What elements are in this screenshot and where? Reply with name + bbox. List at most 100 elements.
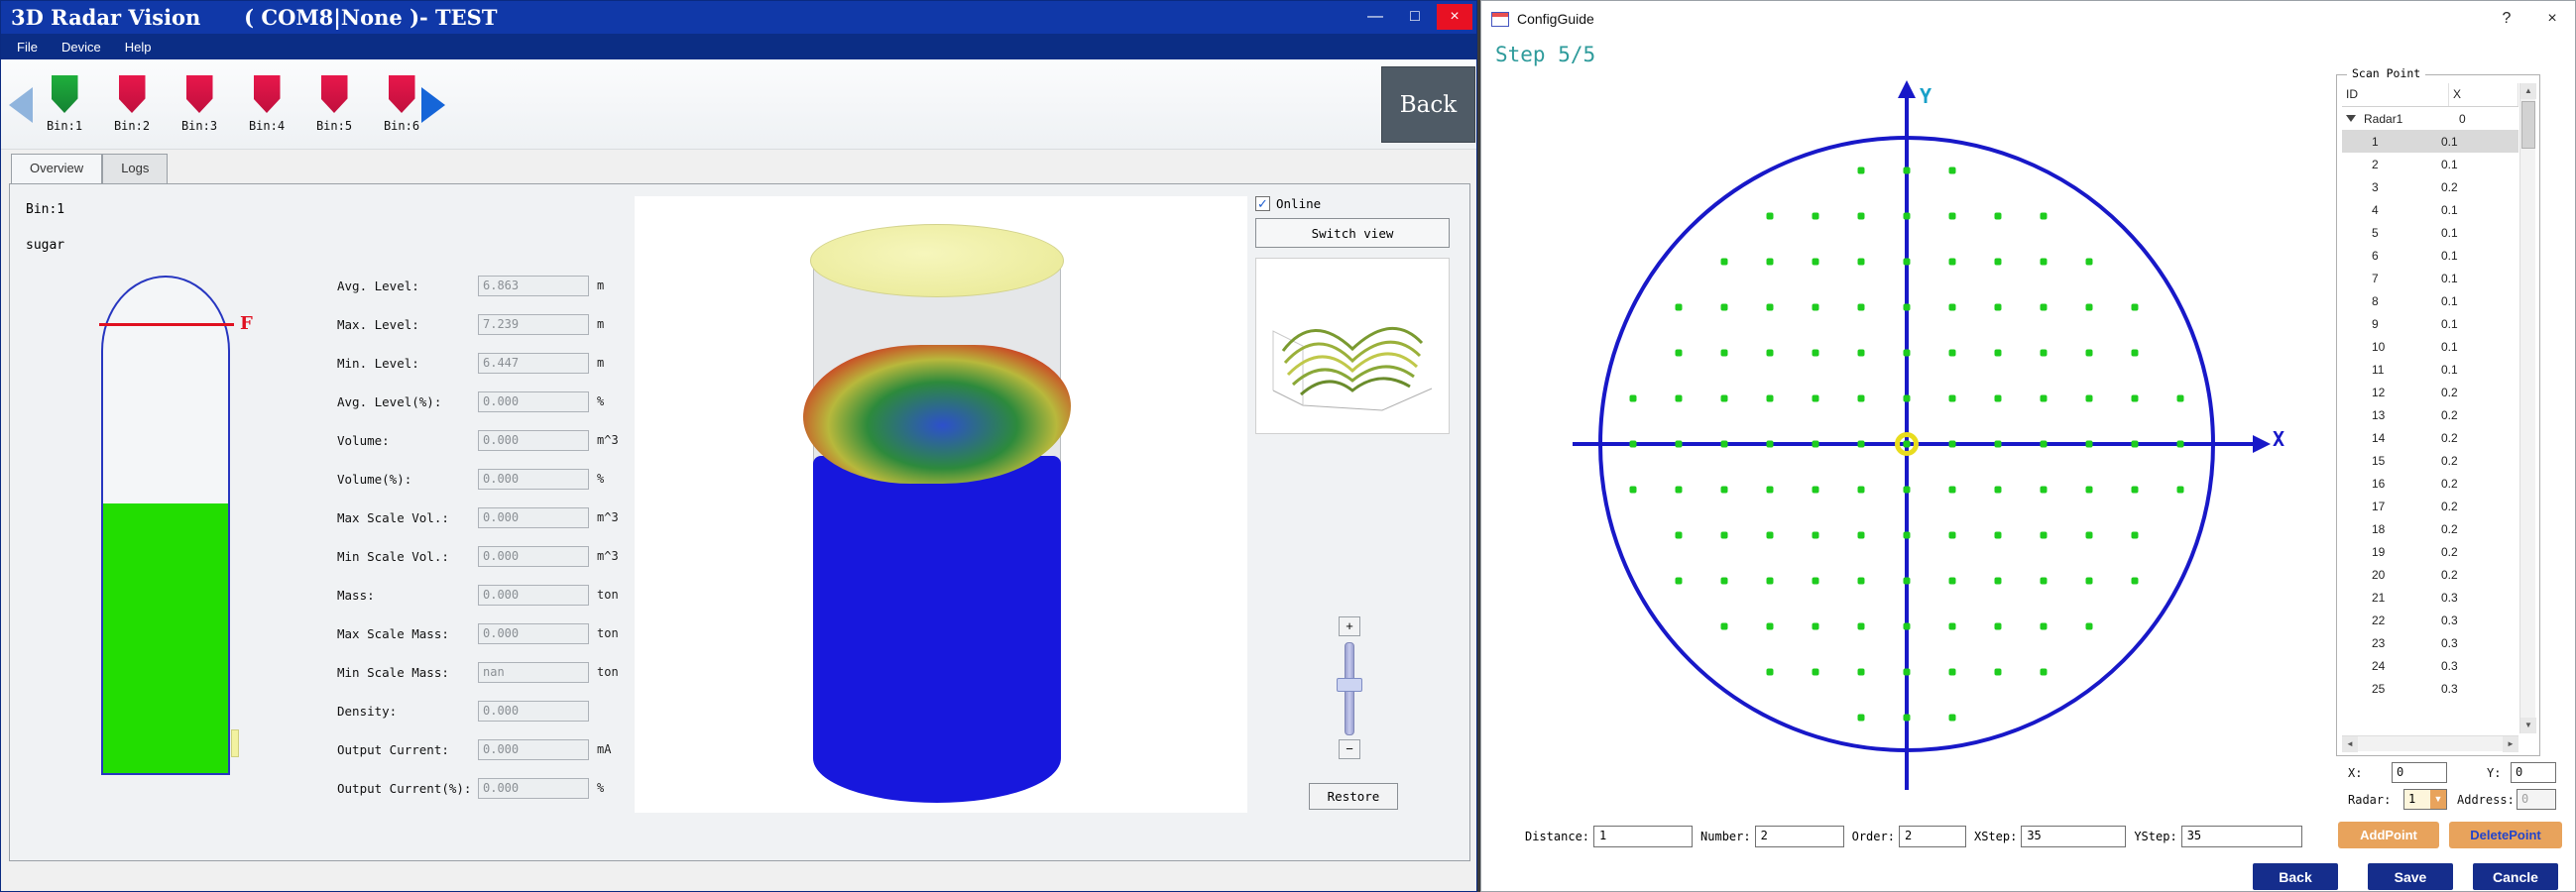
scan-point-row[interactable]: 13 0.2 xyxy=(2342,403,2518,426)
scan-dot xyxy=(1676,350,1683,357)
field-input[interactable]: 0.000 xyxy=(478,778,589,799)
scan-point-id: 24 xyxy=(2342,659,2435,673)
wizard-save-button[interactable]: Save xyxy=(2368,863,2453,890)
scan-point-row[interactable]: 10 0.1 xyxy=(2342,335,2518,358)
menu-item[interactable]: Device xyxy=(52,37,111,57)
scan-point-row[interactable]: 1 0.1 xyxy=(2342,130,2518,153)
field-input[interactable]: 0.000 xyxy=(478,469,589,490)
minimize-icon[interactable]: — xyxy=(1357,4,1393,30)
prev-bin-arrow-icon[interactable] xyxy=(9,87,33,123)
bin-button[interactable]: Bin:1 xyxy=(43,75,86,133)
scan-point-row[interactable]: 2 0.1 xyxy=(2342,153,2518,175)
origin-marker[interactable] xyxy=(1895,432,1919,456)
scan-point-row[interactable]: 4 0.1 xyxy=(2342,198,2518,221)
back-button[interactable]: Back xyxy=(1381,66,1475,143)
scan-point-row[interactable]: 16 0.2 xyxy=(2342,472,2518,495)
scan-point-row[interactable]: 19 0.2 xyxy=(2342,540,2518,563)
scan-point-row[interactable]: 23 0.3 xyxy=(2342,631,2518,654)
zoom-slider-handle[interactable] xyxy=(1337,678,1362,692)
surface-thumbnail[interactable] xyxy=(1255,258,1450,434)
tab-overview[interactable]: Overview xyxy=(11,154,102,183)
param-input[interactable]: 35 xyxy=(2181,826,2302,847)
scan-point-row[interactable]: 3 0.2 xyxy=(2342,175,2518,198)
restore-button[interactable]: Restore xyxy=(1309,783,1398,810)
scan-point-row[interactable]: 21 0.3 xyxy=(2342,586,2518,609)
field-input[interactable]: 0.000 xyxy=(478,430,589,451)
scan-point-row[interactable]: 8 0.1 xyxy=(2342,289,2518,312)
bin-button[interactable]: Bin:3 xyxy=(177,75,221,133)
param-input[interactable]: 35 xyxy=(2021,826,2126,847)
column-header-id[interactable]: ID xyxy=(2342,83,2449,106)
tab-logs[interactable]: Logs xyxy=(102,154,168,183)
param-input[interactable]: 2 xyxy=(1755,826,1844,847)
scan-point-row[interactable]: 20 0.2 xyxy=(2342,563,2518,586)
online-checkbox[interactable]: ✓ xyxy=(1255,196,1270,211)
scan-point-row[interactable]: 18 0.2 xyxy=(2342,517,2518,540)
param-input[interactable]: 2 xyxy=(1899,826,1966,847)
maximize-icon[interactable]: □ xyxy=(1397,4,1433,30)
field-input[interactable]: 0.000 xyxy=(478,391,589,412)
scan-point-row[interactable]: 22 0.3 xyxy=(2342,609,2518,631)
scan-dot xyxy=(1721,259,1728,266)
help-icon[interactable]: ? xyxy=(2484,1,2529,37)
field-input[interactable]: 6.447 xyxy=(478,353,589,374)
bin-button[interactable]: Bin:6 xyxy=(380,75,423,133)
y-field-input[interactable]: 0 xyxy=(2511,762,2556,783)
scroll-right-icon[interactable]: ► xyxy=(2503,736,2518,752)
scan-point-row[interactable]: 25 0.3 xyxy=(2342,677,2518,700)
scan-point-row[interactable]: 6 0.1 xyxy=(2342,244,2518,267)
bin-button[interactable]: Bin:4 xyxy=(245,75,289,133)
vertical-scrollbar[interactable]: ▲ ▼ xyxy=(2519,83,2535,733)
menu-item[interactable]: Help xyxy=(115,37,162,57)
tank-3d-view[interactable] xyxy=(635,196,1247,813)
scan-dot xyxy=(1904,259,1911,266)
chevron-down-icon[interactable]: ▼ xyxy=(2430,790,2446,809)
switch-view-button[interactable]: Switch view xyxy=(1255,218,1450,248)
field-input[interactable]: 0.000 xyxy=(478,701,589,722)
scan-point-row[interactable]: 11 0.1 xyxy=(2342,358,2518,381)
next-bin-arrow-icon[interactable] xyxy=(421,87,445,123)
scroll-down-icon[interactable]: ▼ xyxy=(2520,718,2536,733)
param-input[interactable]: 1 xyxy=(1593,826,1693,847)
scan-point-row[interactable]: 15 0.2 xyxy=(2342,449,2518,472)
column-header-x[interactable]: X xyxy=(2449,83,2518,106)
scroll-left-icon[interactable]: ◄ xyxy=(2342,736,2358,752)
field-input[interactable]: 0.000 xyxy=(478,585,589,606)
scan-point-row[interactable]: 5 0.1 xyxy=(2342,221,2518,244)
close-icon[interactable]: × xyxy=(1437,4,1472,30)
scan-point-row[interactable]: 17 0.2 xyxy=(2342,495,2518,517)
field-input[interactable]: 0.000 xyxy=(478,546,589,567)
field-input[interactable]: 7.239 xyxy=(478,314,589,335)
field-input[interactable]: 0.000 xyxy=(478,739,589,760)
scan-point-row[interactable]: 7 0.1 xyxy=(2342,267,2518,289)
field-input[interactable]: nan xyxy=(478,662,589,683)
expand-chevron-icon[interactable] xyxy=(2346,115,2356,122)
field-input[interactable]: 6.863 xyxy=(478,276,589,296)
radar-select[interactable]: 1 ▼ xyxy=(2403,789,2447,810)
field-input[interactable]: 0.000 xyxy=(478,623,589,644)
x-field-input[interactable]: 0 xyxy=(2392,762,2447,783)
scan-point-row[interactable]: 12 0.2 xyxy=(2342,381,2518,403)
address-field-input[interactable]: 0 xyxy=(2517,789,2556,810)
wizard-back-button[interactable]: Back xyxy=(2253,863,2338,890)
scroll-up-icon[interactable]: ▲ xyxy=(2520,83,2536,99)
scan-point-row[interactable]: 24 0.3 xyxy=(2342,654,2518,677)
scrollbar-thumb[interactable] xyxy=(2521,101,2535,149)
wizard-cancel-button[interactable]: Cancle xyxy=(2473,863,2558,890)
horizontal-scrollbar[interactable]: ◄ ► xyxy=(2342,735,2518,751)
menu-item[interactable]: File xyxy=(7,37,48,57)
bin-button[interactable]: Bin:5 xyxy=(312,75,356,133)
scan-point-x: 0.2 xyxy=(2435,454,2518,468)
scan-point-row[interactable]: Radar1 0 xyxy=(2342,107,2518,130)
param-label: YStep: xyxy=(2134,830,2176,843)
field-input[interactable]: 0.000 xyxy=(478,507,589,528)
zoom-out-button[interactable]: − xyxy=(1339,739,1360,759)
zoom-in-button[interactable]: + xyxy=(1339,616,1360,636)
delete-point-button[interactable]: DeletePoint xyxy=(2449,822,2562,848)
scan-dot xyxy=(1813,487,1819,494)
bin-button[interactable]: Bin:2 xyxy=(110,75,154,133)
scan-point-row[interactable]: 14 0.2 xyxy=(2342,426,2518,449)
add-point-button[interactable]: AddPoint xyxy=(2338,822,2439,848)
dialog-close-icon[interactable]: × xyxy=(2529,1,2575,37)
scan-point-row[interactable]: 9 0.1 xyxy=(2342,312,2518,335)
